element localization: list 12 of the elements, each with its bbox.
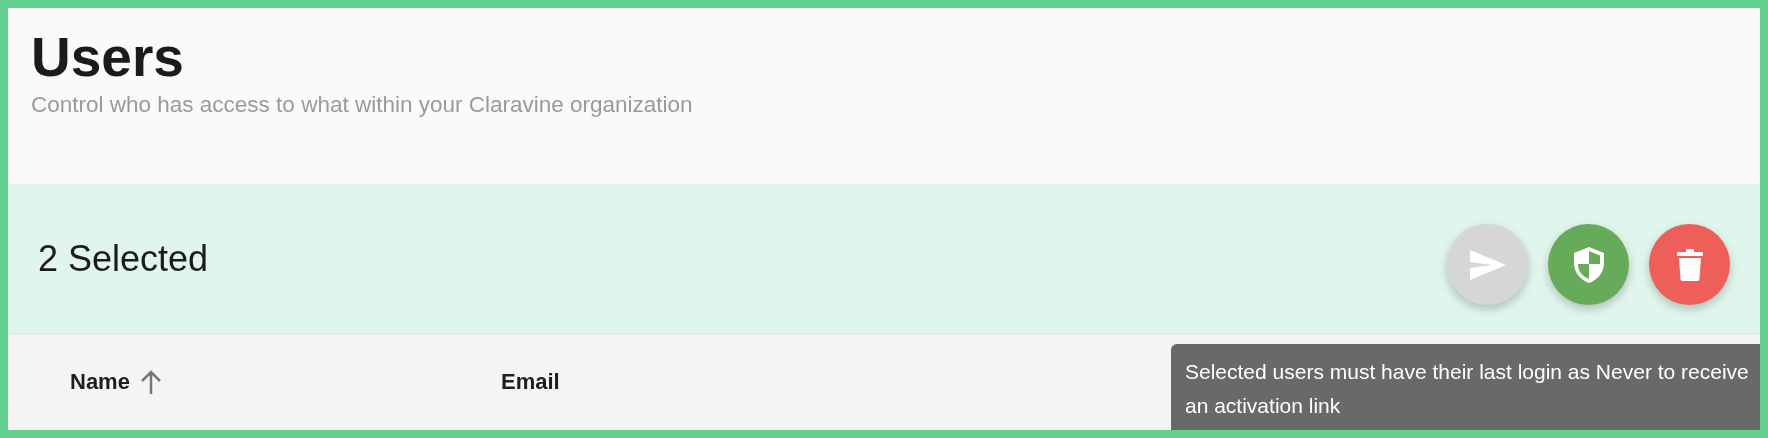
column-header[interactable]: Email [501, 369, 560, 395]
shield-icon [1573, 246, 1604, 283]
page-subtitle: Control who has access to what within your Claravine organization [31, 92, 694, 118]
shield-button[interactable] [1548, 224, 1629, 305]
selected-count: 2 Selected [38, 237, 210, 280]
trash-icon [1676, 248, 1703, 281]
delete-button[interactable] [1649, 224, 1730, 305]
send-icon [1469, 249, 1506, 280]
page-title: Users [31, 26, 185, 88]
sort-arrow-icon[interactable] [139, 370, 162, 394]
column-header[interactable]: Name [70, 369, 130, 395]
tooltip: Selected users must have their last login as Never to receive an activation link [1171, 344, 1760, 430]
